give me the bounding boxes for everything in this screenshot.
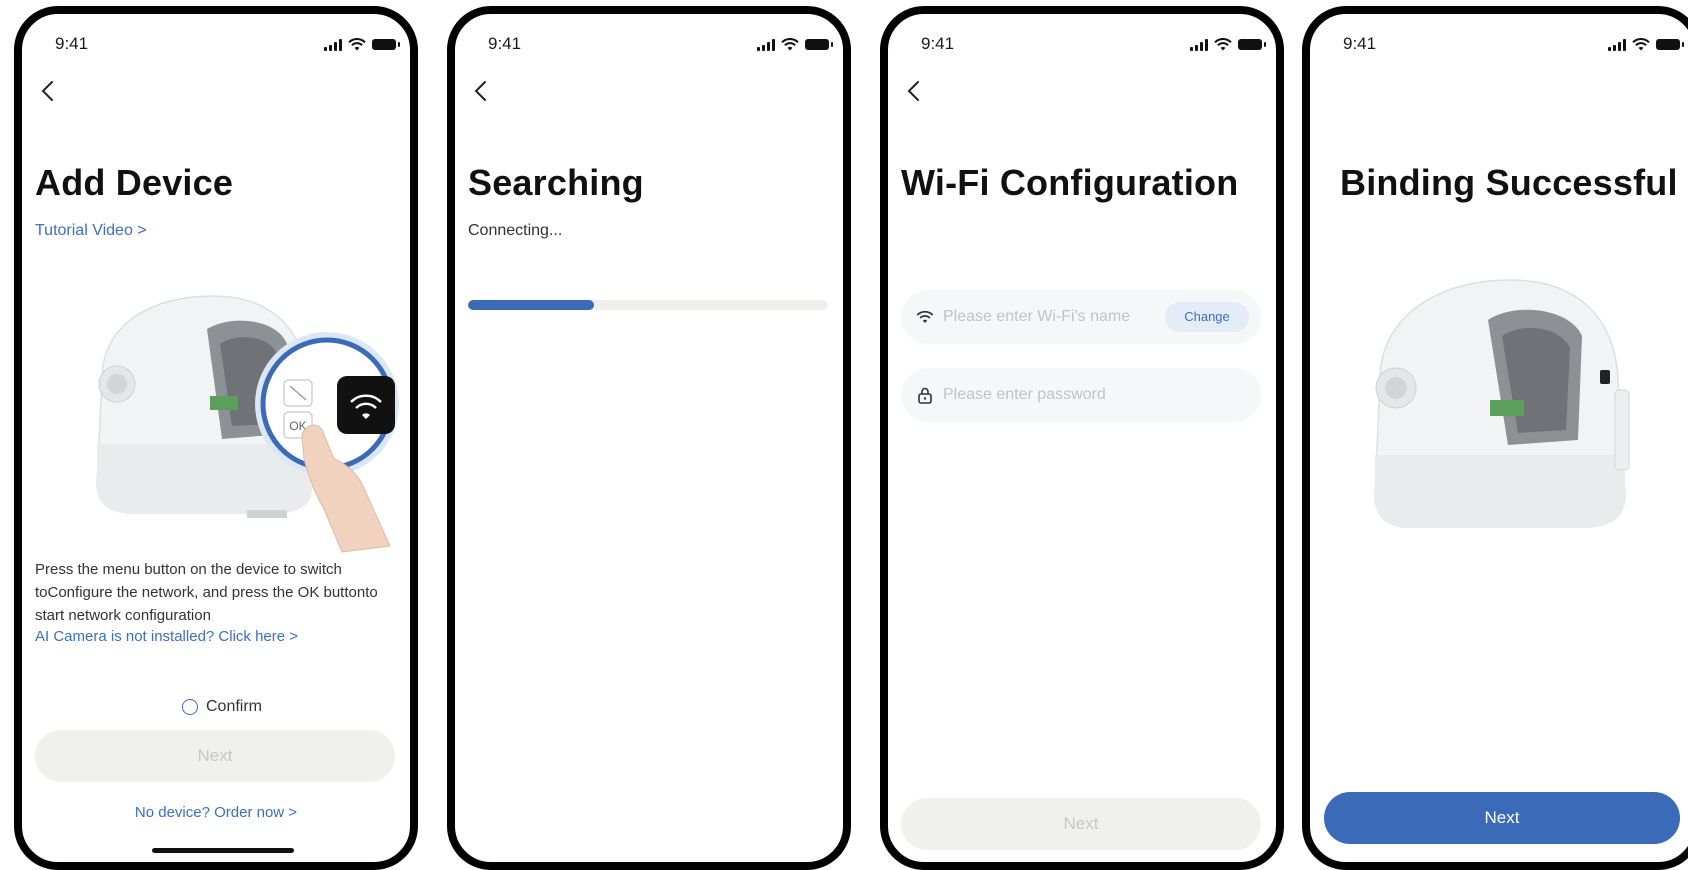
wifi-icon <box>1214 38 1232 51</box>
battery-icon <box>1238 39 1266 50</box>
progress-bar-fill <box>468 300 594 310</box>
change-wifi-button[interactable]: Change <box>1165 302 1249 332</box>
next-button[interactable]: Next <box>1324 792 1680 844</box>
password-field <box>901 368 1261 422</box>
wifi-icon <box>348 38 366 51</box>
device-illustration: OK <box>96 295 399 553</box>
next-button[interactable]: Next <box>901 798 1261 850</box>
status-bar: 9:41 <box>1310 14 1688 74</box>
phone-screen-wifi-configuration: 9:41 Wi-Fi Configuration Change Next <box>880 6 1284 870</box>
signal-icon <box>1608 38 1626 51</box>
order-now-link[interactable]: No device? Order now > <box>22 804 410 821</box>
battery-icon <box>372 39 400 50</box>
confirm-label: Confirm <box>206 698 263 715</box>
ai-camera-not-installed-link[interactable]: AI Camera is not installed? Click here > <box>35 628 298 645</box>
battery-icon <box>805 39 833 50</box>
password-input[interactable] <box>943 386 1153 404</box>
signal-icon <box>324 38 342 51</box>
phone-screen-add-device: 9:41 Add Device Tutorial Video > OK Pres… <box>14 6 418 870</box>
confirm-checkbox[interactable]: Confirm <box>182 698 262 716</box>
instruction-text: Press the menu button on the device to s… <box>35 561 378 624</box>
progress-bar <box>468 300 828 310</box>
radio-icon[interactable] <box>182 699 198 715</box>
tutorial-video-link[interactable]: Tutorial Video > <box>35 222 147 240</box>
page-title: Searching <box>468 162 644 203</box>
status-time: 9:41 <box>488 34 522 53</box>
connecting-status: Connecting... <box>468 222 563 239</box>
lock-icon <box>915 385 935 405</box>
signal-icon <box>1190 38 1208 51</box>
next-button[interactable]: Next <box>35 730 395 782</box>
status-bar: 9:41 <box>888 14 1276 74</box>
status-time: 9:41 <box>55 34 89 53</box>
wifi-icon <box>915 307 935 327</box>
battery-icon <box>1656 39 1684 50</box>
page-title: Binding Successful <box>1340 162 1678 203</box>
status-bar: 9:41 <box>22 14 410 74</box>
signal-icon <box>757 38 775 51</box>
status-time: 9:41 <box>1343 34 1377 53</box>
home-indicator <box>152 848 294 853</box>
status-time: 9:41 <box>921 34 955 53</box>
phone-screen-binding-successful: 9:41 Binding Successful Next <box>1302 6 1688 870</box>
device-image <box>1374 279 1630 528</box>
wifi-name-input[interactable] <box>943 308 1153 326</box>
wifi-icon <box>1632 38 1650 51</box>
phone-screen-searching: 9:41 Searching Connecting... <box>447 6 851 870</box>
wifi-icon <box>781 38 799 51</box>
back-chevron-icon[interactable] <box>902 78 928 104</box>
back-chevron-icon[interactable] <box>469 78 495 104</box>
wifi-name-field: Change <box>901 290 1261 344</box>
page-title: Add Device <box>35 162 234 203</box>
page-title: Wi-Fi Configuration <box>901 162 1239 203</box>
back-chevron-icon[interactable] <box>36 78 62 104</box>
status-bar: 9:41 <box>455 14 843 74</box>
